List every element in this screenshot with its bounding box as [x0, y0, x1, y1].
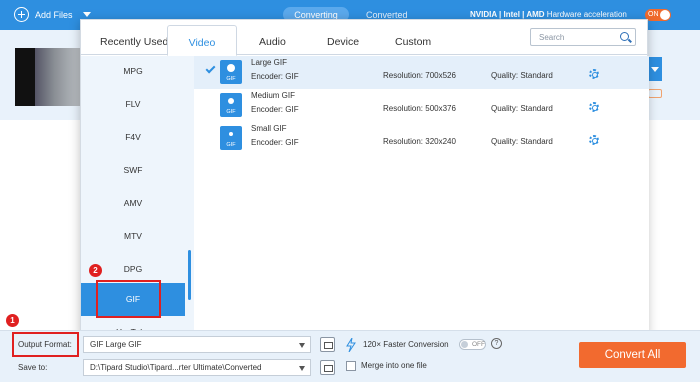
- tab-device[interactable]: Device: [327, 36, 359, 48]
- output-format-value: GIF Large GIF: [90, 340, 142, 349]
- preset-quality: Quality: Standard: [491, 71, 553, 80]
- status-tag: [648, 89, 662, 98]
- preset-name: Medium GIF: [251, 91, 296, 100]
- panel-tabs: Recently Used Video Audio Device Custom: [81, 20, 647, 56]
- gif-format-icon: GIF: [220, 93, 242, 117]
- save-to-label: Save to:: [18, 363, 48, 372]
- add-files-label: Add Files: [35, 9, 73, 20]
- preset-name: Large GIF: [251, 58, 288, 67]
- preset-row-medium-gif[interactable]: GIF Medium GIF Encoder: GIF Resolution: …: [194, 89, 649, 122]
- format-item-swf[interactable]: SWF: [81, 165, 185, 175]
- hw-brands: NVIDIA | Intel | AMD: [470, 10, 545, 19]
- gear-icon[interactable]: [589, 102, 599, 112]
- format-item-flv[interactable]: FLV: [81, 99, 185, 109]
- open-folder-button[interactable]: [320, 360, 335, 375]
- chevron-down-icon: [299, 343, 305, 348]
- chevron-down-icon[interactable]: [82, 12, 91, 17]
- format-dropdown-button[interactable]: [648, 57, 662, 81]
- format-list-scrollbar[interactable]: [188, 250, 191, 300]
- output-format-select[interactable]: GIF Large GIF: [83, 336, 311, 353]
- tab-audio[interactable]: Audio: [259, 36, 286, 48]
- gif-format-icon: GIF: [220, 126, 242, 150]
- preset-encoder: Encoder: GIF: [251, 105, 299, 114]
- convert-all-button[interactable]: Convert All: [579, 342, 686, 368]
- lightning-icon: [346, 338, 356, 352]
- gear-icon[interactable]: [589, 135, 599, 145]
- search-input[interactable]: [531, 29, 617, 45]
- merge-label: Merge into one file: [361, 361, 427, 370]
- tab-video[interactable]: Video: [167, 25, 237, 56]
- tab-custom[interactable]: Custom: [395, 36, 431, 48]
- preset-row-small-gif[interactable]: GIF Small GIF Encoder: GIF Resolution: 3…: [194, 122, 649, 155]
- faster-conversion-toggle[interactable]: OFF: [459, 339, 486, 350]
- annotation-box-output-format: [12, 332, 79, 357]
- format-item-mtv[interactable]: MTV: [81, 231, 185, 241]
- format-item-mpg[interactable]: MPG: [81, 66, 185, 76]
- merge-checkbox[interactable]: [346, 361, 356, 371]
- preset-row-large-gif[interactable]: GIF Large GIF Encoder: GIF Resolution: 7…: [194, 56, 649, 89]
- video-thumbnail: [15, 48, 87, 106]
- preset-resolution: Resolution: 320x240: [383, 137, 456, 146]
- preset-list: GIF Large GIF Encoder: GIF Resolution: 7…: [194, 56, 649, 337]
- format-item-f4v[interactable]: F4V: [81, 132, 185, 142]
- annotation-box-gif: [96, 280, 161, 318]
- save-path-select[interactable]: D:\Tipard Studio\Tipard...rter Ultimate\…: [83, 359, 311, 376]
- preset-encoder: Encoder: GIF: [251, 72, 299, 81]
- search-icon[interactable]: [620, 32, 629, 41]
- gif-format-icon: GIF: [220, 60, 242, 84]
- chevron-down-icon: [299, 366, 305, 371]
- help-icon[interactable]: ?: [491, 338, 502, 349]
- preset-name: Small GIF: [251, 124, 287, 133]
- format-item-amv[interactable]: AMV: [81, 198, 185, 208]
- output-settings-button[interactable]: [320, 337, 335, 352]
- tab-recently-used[interactable]: Recently Used: [100, 36, 168, 48]
- gear-icon[interactable]: [589, 69, 599, 79]
- hardware-acceleration: NVIDIA | Intel | AMD Hardware accelerati…: [470, 10, 627, 19]
- annotation-badge-1: 1: [6, 314, 19, 327]
- faster-conversion-label: 120× Faster Conversion: [363, 340, 449, 349]
- preset-quality: Quality: Standard: [491, 137, 553, 146]
- save-path-value: D:\Tipard Studio\Tipard...rter Ultimate\…: [90, 363, 262, 372]
- add-icon: [14, 7, 29, 22]
- preset-resolution: Resolution: 700x526: [383, 71, 456, 80]
- check-icon: [205, 63, 216, 74]
- preset-encoder: Encoder: GIF: [251, 138, 299, 147]
- annotation-badge-2: 2: [89, 264, 102, 277]
- hardware-acceleration-toggle[interactable]: ON: [645, 9, 671, 21]
- search-box[interactable]: [530, 28, 636, 46]
- format-panel: Recently Used Video Audio Device Custom …: [80, 19, 649, 337]
- preset-quality: Quality: Standard: [491, 104, 553, 113]
- hw-label: Hardware acceleration: [546, 10, 627, 19]
- preset-resolution: Resolution: 500x376: [383, 104, 456, 113]
